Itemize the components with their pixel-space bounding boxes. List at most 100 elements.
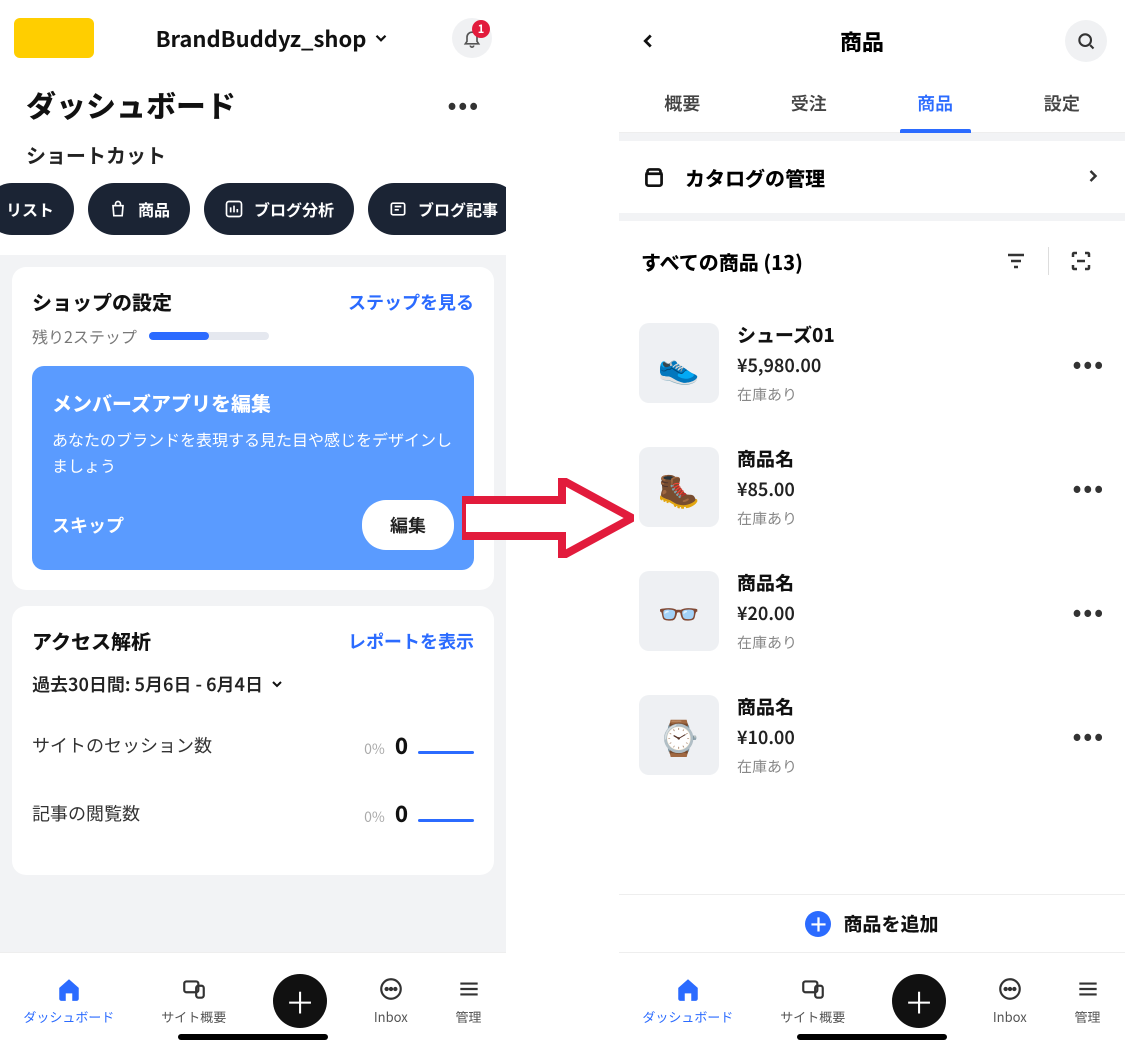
chevron-right-icon (1083, 161, 1103, 193)
product-thumbnail: ⌚ (639, 695, 719, 775)
fab-add[interactable]: ＋ (892, 974, 946, 1028)
search-icon (1076, 31, 1096, 51)
product-row[interactable]: 🥾 商品名 ¥85.00 在庫あり ••• (639, 425, 1105, 549)
shortcut-blog-analytics[interactable]: ブログ分析 (204, 183, 354, 235)
product-name: 商品名 (737, 693, 1055, 720)
nav-dashboard[interactable]: ダッシュボード (23, 975, 114, 1026)
shortcut-list[interactable]: リスト (0, 183, 74, 235)
nav-label: Inbox (993, 1007, 1027, 1026)
transition-arrow-icon (462, 478, 634, 558)
shortcut-label: 商品 (138, 197, 170, 221)
shop-selector[interactable]: BrandBuddyz_shop (108, 22, 438, 54)
date-range-text: 過去30日間: 5月6日 - 6月4日 (32, 671, 263, 697)
notification-badge: 1 (472, 20, 490, 38)
nav-label: ダッシュボード (642, 1007, 733, 1026)
product-price: ¥10.00 (737, 724, 1055, 750)
product-row[interactable]: 👟 シューズ01 ¥5,980.00 在庫あり ••• (639, 301, 1105, 425)
product-name: 商品名 (737, 569, 1055, 596)
view-steps-link[interactable]: ステップを見る (348, 289, 474, 315)
product-stock: 在庫あり (737, 756, 1055, 777)
steps-remaining: 残り2ステップ (32, 324, 137, 348)
stat-pageviews[interactable]: 記事の閲覧数 0% 0 (32, 787, 474, 855)
tab-overview[interactable]: 概要 (619, 76, 746, 132)
product-row[interactable]: ⌚ 商品名 ¥10.00 在庫あり ••• (639, 673, 1105, 797)
add-product-label: 商品を追加 (843, 910, 938, 937)
shortcuts-heading: ショートカット (0, 134, 506, 183)
product-name: シューズ01 (737, 321, 1055, 348)
product-row[interactable]: 👓 商品名 ¥20.00 在庫あり ••• (639, 549, 1105, 673)
product-price: ¥5,980.00 (737, 352, 1055, 378)
scan-button[interactable] (1059, 239, 1103, 283)
tab-orders[interactable]: 受注 (746, 76, 873, 132)
nav-inbox[interactable]: Inbox (374, 975, 408, 1026)
back-button[interactable] (637, 23, 659, 60)
promo-skip-button[interactable]: スキップ (52, 512, 124, 538)
menu-icon (455, 975, 483, 1003)
app-logo (14, 18, 94, 58)
tabs: 概要 受注 商品 設定 (619, 76, 1125, 133)
product-stock: 在庫あり (737, 508, 1055, 529)
chevron-down-icon (372, 29, 390, 47)
page-title: ダッシュボード (26, 82, 236, 126)
top-bar: 商品 (619, 0, 1125, 76)
stat-sessions[interactable]: サイトのセッション数 0% 0 (32, 719, 474, 787)
fab-add[interactable]: ＋ (273, 974, 327, 1028)
product-more[interactable]: ••• (1073, 471, 1105, 503)
plus-icon: ＋ (805, 911, 831, 937)
home-indicator (178, 1034, 328, 1040)
nav-label: 管理 (456, 1007, 482, 1026)
nav-overview[interactable]: サイト概要 (161, 975, 226, 1026)
search-button[interactable] (1065, 20, 1107, 62)
dashboard-body: ショップの設定 ステップを見る 残り2ステップ メンバーズアプリを編集 あなたの… (0, 255, 506, 1048)
menu-icon (1074, 975, 1102, 1003)
stat-label: サイトのセッション数 (32, 732, 212, 758)
catalog-management[interactable]: カタログの管理 (619, 133, 1125, 221)
all-products-title: すべての商品 (13) (641, 247, 994, 276)
nav-label: ダッシュボード (23, 1007, 114, 1026)
scan-icon (1069, 249, 1093, 273)
view-report-link[interactable]: レポートを表示 (348, 628, 474, 654)
home-icon (674, 975, 702, 1003)
chevron-left-icon (637, 30, 659, 52)
shortcut-chips: リスト 商品 ブログ分析 ブログ記事 (0, 183, 506, 255)
tab-products[interactable]: 商品 (872, 76, 999, 132)
product-thumbnail: 👟 (639, 323, 719, 403)
promo-edit-button[interactable]: 編集 (362, 500, 454, 550)
nav-label: サイト概要 (780, 1007, 845, 1026)
product-thumbnail: 🥾 (639, 447, 719, 527)
catalog-icon (641, 164, 667, 190)
nav-label: サイト概要 (161, 1007, 226, 1026)
stat-value: 0 (395, 797, 408, 829)
post-icon (388, 199, 408, 219)
devices-icon (799, 975, 827, 1003)
date-range-selector[interactable]: 過去30日間: 5月6日 - 6月4日 (32, 671, 474, 697)
product-more[interactable]: ••• (1073, 595, 1105, 627)
filter-icon (1004, 249, 1028, 273)
devices-icon (180, 975, 208, 1003)
tab-settings[interactable]: 設定 (999, 76, 1125, 132)
chart-icon (224, 199, 244, 219)
notifications-button[interactable]: 1 (452, 18, 492, 58)
nav-overview[interactable]: サイト概要 (780, 975, 845, 1026)
shortcut-products[interactable]: 商品 (88, 183, 190, 235)
shortcut-blog-posts[interactable]: ブログ記事 (368, 183, 506, 235)
nav-manage[interactable]: 管理 (455, 975, 483, 1026)
product-more[interactable]: ••• (1073, 719, 1105, 751)
filter-button[interactable] (994, 239, 1038, 283)
chat-icon (377, 975, 405, 1003)
nav-manage[interactable]: 管理 (1074, 975, 1102, 1026)
setup-card: ショップの設定 ステップを見る 残り2ステップ メンバーズアプリを編集 あなたの… (12, 267, 494, 590)
stat-underline (418, 819, 474, 822)
product-more[interactable]: ••• (1073, 347, 1105, 379)
add-product-button[interactable]: ＋ 商品を追加 (619, 894, 1125, 952)
nav-dashboard[interactable]: ダッシュボード (642, 975, 733, 1026)
shortcut-label: ブログ分析 (254, 197, 334, 221)
stat-label: 記事の閲覧数 (32, 800, 140, 826)
nav-inbox[interactable]: Inbox (993, 975, 1027, 1026)
shortcut-label: ブログ記事 (418, 197, 498, 221)
shop-name: BrandBuddyz_shop (156, 22, 367, 54)
shortcut-label: リスト (6, 197, 54, 221)
product-price: ¥85.00 (737, 476, 1055, 502)
product-stock: 在庫あり (737, 632, 1055, 653)
more-menu[interactable]: ••• (448, 88, 480, 120)
